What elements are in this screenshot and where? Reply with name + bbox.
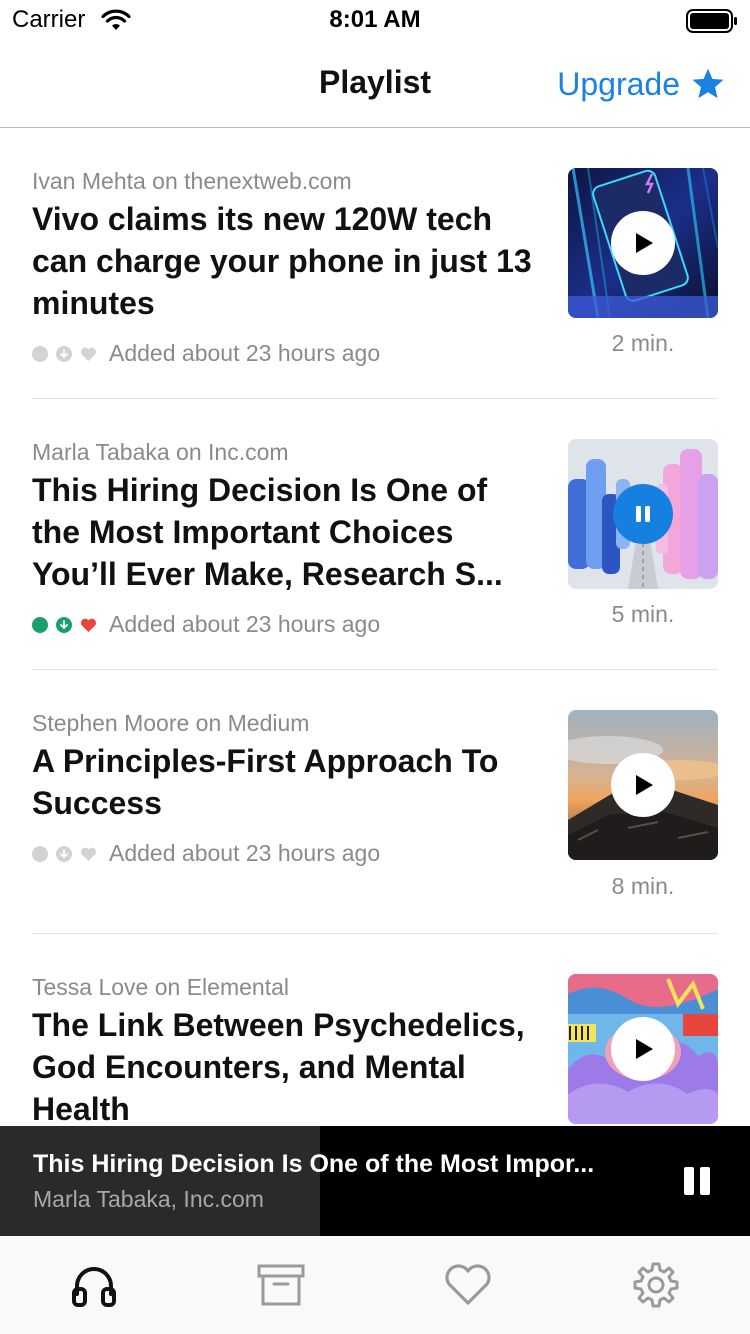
list-item[interactable]: Ivan Mehta on thenextweb.com Vivo claims… [32,168,718,399]
pause-icon [636,506,650,522]
tab-playlist[interactable] [0,1236,188,1334]
article-thumbnail[interactable] [568,710,718,860]
download-indicator-icon [56,845,72,862]
article-thumbnail[interactable] [568,974,718,1124]
now-playing-bar[interactable]: This Hiring Decision Is One of the Most … [0,1126,750,1236]
article-title[interactable]: The Link Between Psychedelics, God Encou… [32,1004,532,1126]
playback-progress [0,1126,321,1236]
tab-favorites[interactable] [374,1236,562,1334]
navigation-bar: Playlist Upgrade [0,40,750,128]
play-button[interactable] [611,753,675,817]
article-source: Tessa Love on Elemental [32,974,289,1000]
article-thumbnail[interactable] [568,439,718,589]
played-indicator-icon [32,616,48,633]
play-button[interactable] [611,211,675,275]
article-thumbnail[interactable] [568,168,718,318]
tab-bar [0,1236,750,1334]
duration-label: 8 min. [611,873,675,899]
duration-label: 5 min. [611,601,675,627]
star-icon [692,68,724,99]
download-indicator-icon [56,616,72,633]
download-indicator-icon [56,345,72,362]
article-title[interactable]: Vivo claims its new 120W tech can charge… [32,198,532,324]
added-time: Added about 23 hours ago [109,340,381,366]
list-item[interactable]: Marla Tabaka on Inc.com This Hiring Deci… [32,439,718,670]
headphones-icon [72,1267,116,1307]
like-indicator-icon [81,347,96,361]
status-bar: Carrier 8:01 AM [0,0,750,40]
tab-archive[interactable] [187,1236,375,1334]
play-button[interactable] [611,1017,675,1081]
play-icon [636,775,653,795]
pause-button[interactable] [613,484,673,544]
upgrade-button[interactable]: Upgrade [557,62,726,106]
article-meta: Added about 23 hours ago [32,840,380,867]
article-title[interactable]: This Hiring Decision Is One of the Most … [32,469,532,595]
heart-icon [445,1264,491,1305]
battery-icon [686,9,737,33]
article-meta: Added about 23 hours ago [32,611,380,638]
article-source: Stephen Moore on Medium [32,710,310,736]
play-icon [636,233,653,253]
now-playing-title: This Hiring Decision Is One of the Most … [33,1150,595,1178]
article-source: Marla Tabaka on Inc.com [32,439,289,465]
played-indicator-icon [32,345,48,362]
like-indicator-icon [81,618,96,632]
list-item[interactable]: Stephen Moore on Medium A Principles-Fir… [32,710,718,934]
article-title[interactable]: A Principles-First Approach To Success [32,740,532,824]
now-playing-subtitle: Marla Tabaka, Inc.com [33,1186,264,1212]
gear-icon [633,1262,679,1308]
upgrade-label: Upgrade [557,65,680,102]
playlist-list[interactable]: Ivan Mehta on thenextweb.com Vivo claims… [0,129,750,1126]
clock: 8:01 AM [329,6,421,33]
play-icon [636,1039,653,1059]
like-indicator-icon [81,847,96,861]
played-indicator-icon [32,845,48,862]
article-meta: Added about 23 hours ago [32,340,380,367]
tab-settings[interactable] [562,1236,750,1334]
added-time: Added about 23 hours ago [109,611,381,637]
archive-box-icon [257,1264,305,1306]
article-source: Ivan Mehta on thenextweb.com [32,168,352,194]
added-time: Added about 23 hours ago [109,840,381,866]
list-item[interactable]: Tessa Love on Elemental The Link Between… [32,974,718,1126]
duration-label: 2 min. [611,330,675,356]
pause-icon[interactable] [680,1166,714,1196]
